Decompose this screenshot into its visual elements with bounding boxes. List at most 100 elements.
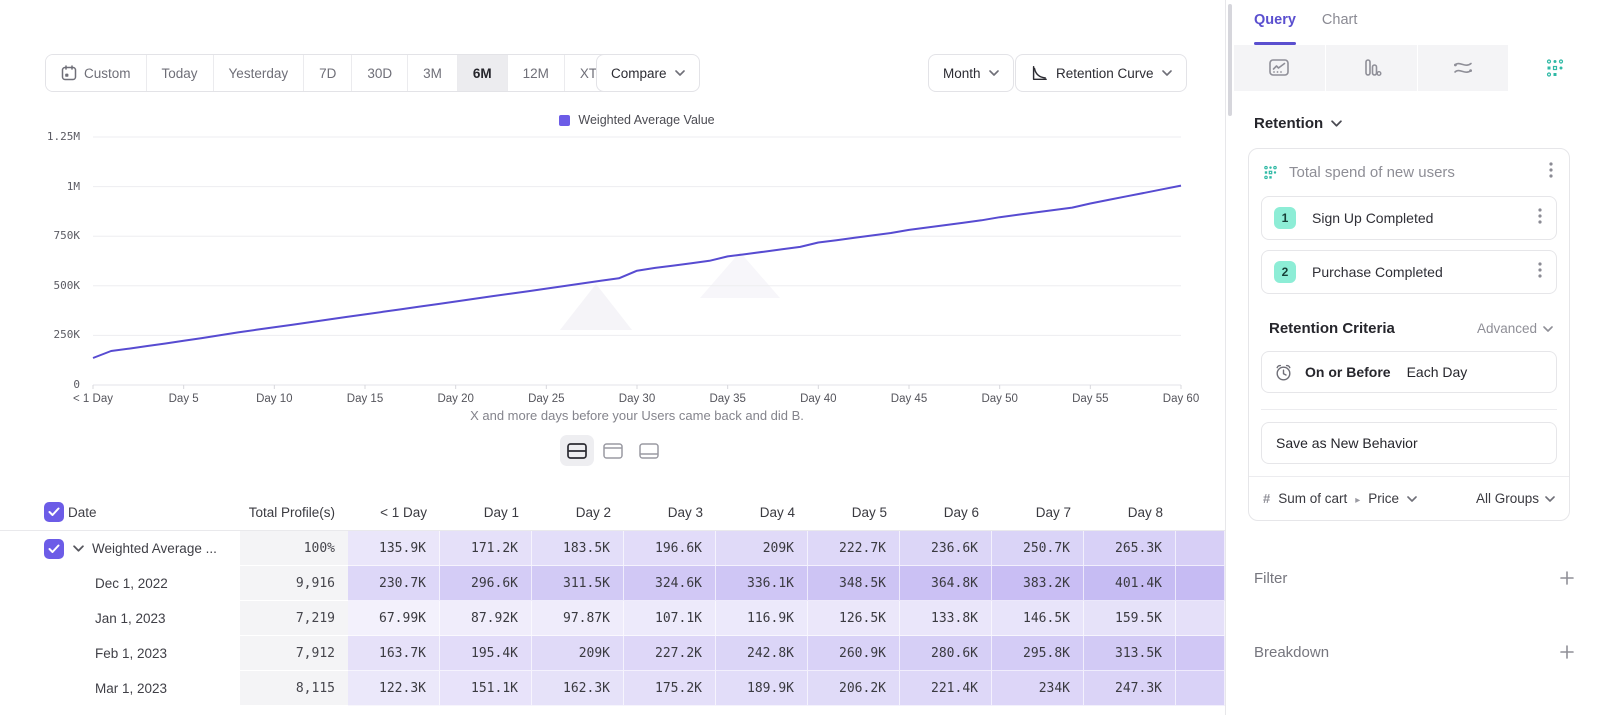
retention-value-cell[interactable]: 97.87K — [532, 601, 624, 636]
retention-value-cell[interactable]: 234K — [992, 671, 1084, 706]
retention-value-cell[interactable]: 260.9K — [808, 636, 900, 671]
range-today-button[interactable]: Today — [147, 55, 214, 91]
retention-value-cell[interactable]: 196.6K — [624, 531, 716, 566]
row-label-cell[interactable]: Dec 1, 2022 — [68, 576, 240, 591]
range-yesterday-button[interactable]: Yesterday — [214, 55, 305, 91]
retention-value-cell[interactable]: 195.4K — [440, 636, 532, 671]
retention-value-cell[interactable]: 189.9K — [716, 671, 808, 706]
row-checkbox[interactable] — [44, 502, 64, 522]
step-menu-button[interactable] — [1536, 206, 1544, 231]
table-row[interactable]: Mar 1, 20238,115122.3K151.1K162.3K175.2K… — [0, 671, 1225, 706]
filter-add-row[interactable]: Filter — [1254, 563, 1574, 593]
retention-value-cell[interactable]: 383.2K — [992, 566, 1084, 601]
retention-value-cell[interactable]: 122.3K — [348, 671, 440, 706]
save-as-new-behavior-button[interactable]: Save as New Behavior — [1261, 422, 1557, 464]
retention-value-cell[interactable]: 146.5K — [992, 601, 1084, 636]
row-checkbox[interactable] — [44, 539, 64, 559]
retention-value-cell[interactable]: 247.3K — [1084, 671, 1176, 706]
column-header[interactable]: Day 1 — [440, 505, 532, 520]
retention-value-cell[interactable]: 348.5K — [808, 566, 900, 601]
retention-value-cell[interactable]: 163.7K — [348, 636, 440, 671]
table-row[interactable]: Jan 1, 20237,21967.99K87.92K97.87K107.1K… — [0, 601, 1225, 636]
date-column-header[interactable]: Date — [68, 505, 240, 520]
retention-value-cell[interactable]: 209K — [532, 636, 624, 671]
retention-value-cell[interactable]: 280.6K — [900, 636, 992, 671]
range-7d-button[interactable]: 7D — [304, 55, 352, 91]
time-value[interactable]: Each Day — [1407, 364, 1468, 380]
row-expand-chevron-icon[interactable] — [73, 545, 84, 552]
range-3m-button[interactable]: 3M — [408, 55, 458, 91]
retention-value-cell[interactable]: 133.8K — [900, 601, 992, 636]
range-12m-button[interactable]: 12M — [508, 55, 565, 91]
retention-value-cell[interactable]: 313.5K — [1084, 636, 1176, 671]
retention-section-toggle[interactable]: Retention — [1226, 91, 1600, 146]
retention-value-cell[interactable]: 183.5K — [532, 531, 624, 566]
row-label-cell[interactable]: Weighted Average ... — [68, 541, 240, 556]
row-label-cell[interactable]: Feb 1, 2023 — [68, 646, 240, 661]
retention-value-cell[interactable]: 135.9K — [348, 531, 440, 566]
retention-value-cell[interactable]: 401.4K — [1084, 566, 1176, 601]
tab-chart[interactable]: Chart — [1322, 12, 1357, 45]
retention-value-cell[interactable]: 222.7K — [808, 531, 900, 566]
retention-curve-chart[interactable]: 1.25M1M750K500K250K0< 1 DayDay 5Day 10Da… — [0, 100, 1225, 435]
retention-value-cell[interactable]: 336.1K — [716, 566, 808, 601]
retention-value-cell[interactable]: 126.5K — [808, 601, 900, 636]
retention-value-cell[interactable]: 221.4K — [900, 671, 992, 706]
behavior-step-2[interactable]: 2 Purchase Completed — [1261, 250, 1557, 294]
behavior-step-1[interactable]: 1 Sign Up Completed — [1261, 196, 1557, 240]
layout-split-view-button[interactable] — [560, 435, 594, 466]
retention-value-cell[interactable]: 151.1K — [440, 671, 532, 706]
granularity-button[interactable]: Month — [928, 54, 1014, 92]
behavior-header[interactable]: Total spend of new users — [1249, 149, 1569, 196]
retention-value-cell[interactable]: 175.2K — [624, 671, 716, 706]
column-header[interactable]: Day 7 — [992, 505, 1084, 520]
criteria-mode-dropdown[interactable]: Advanced — [1477, 321, 1553, 336]
retention-value-cell[interactable]: 242.8K — [716, 636, 808, 671]
retention-value-cell[interactable]: 159.5K — [1084, 601, 1176, 636]
retention-value-cell[interactable]: 116.9K — [716, 601, 808, 636]
retention-value-cell[interactable]: 67.99K — [348, 601, 440, 636]
retention-value-cell[interactable]: 162.3K — [532, 671, 624, 706]
retention-value-cell[interactable]: 206.2K — [808, 671, 900, 706]
tab-query[interactable]: Query — [1254, 12, 1296, 45]
breakdown-add-row[interactable]: Breakdown — [1254, 637, 1574, 667]
retention-value-cell[interactable]: 171.2K — [440, 531, 532, 566]
row-label-cell[interactable]: Jan 1, 2023 — [68, 611, 240, 626]
retention-value-cell[interactable]: 209K — [716, 531, 808, 566]
column-header[interactable]: Day 2 — [532, 505, 624, 520]
measure-event-label[interactable]: Sum of cart — [1278, 491, 1347, 506]
retention-value-cell[interactable]: 295.8K — [992, 636, 1084, 671]
range-custom-button[interactable]: Custom — [46, 55, 147, 91]
retention-value-cell[interactable]: 236.6K — [900, 531, 992, 566]
retention-value-cell[interactable]: 107.1K — [624, 601, 716, 636]
report-flows-button[interactable] — [1418, 45, 1509, 91]
report-insights-button[interactable] — [1234, 45, 1325, 91]
sidebar-scrollbar[interactable] — [1228, 4, 1232, 116]
retention-value-cell[interactable]: 227.2K — [624, 636, 716, 671]
groups-dropdown[interactable]: All Groups — [1476, 491, 1555, 506]
layout-chart-view-button[interactable] — [596, 435, 630, 466]
report-funnels-button[interactable] — [1326, 45, 1417, 91]
retention-line-series[interactable] — [93, 186, 1181, 358]
range-6m-button[interactable]: 6M — [458, 55, 508, 91]
compare-button[interactable]: Compare — [596, 54, 700, 92]
retention-value-cell[interactable]: 265.3K — [1084, 531, 1176, 566]
table-row[interactable]: Dec 1, 20229,916230.7K296.6K311.5K324.6K… — [0, 566, 1225, 601]
column-header[interactable]: < 1 Day — [348, 505, 440, 520]
table-row[interactable]: Feb 1, 20237,912163.7K195.4K209K227.2K24… — [0, 636, 1225, 671]
layout-table-view-button[interactable] — [632, 435, 666, 466]
column-header[interactable]: Total Profile(s) — [240, 505, 348, 520]
retention-value-cell[interactable]: 364.8K — [900, 566, 992, 601]
report-retention-button[interactable] — [1509, 45, 1600, 91]
retention-value-cell[interactable]: 311.5K — [532, 566, 624, 601]
time-constraint-row[interactable]: On or Before Each Day — [1261, 351, 1557, 393]
column-header[interactable]: Day 8 — [1084, 505, 1176, 520]
retention-value-cell[interactable]: 230.7K — [348, 566, 440, 601]
column-header[interactable]: Day 4 — [716, 505, 808, 520]
retention-value-cell[interactable]: 250.7K — [992, 531, 1084, 566]
retention-value-cell[interactable]: 296.6K — [440, 566, 532, 601]
column-header[interactable]: Day 5 — [808, 505, 900, 520]
column-header[interactable]: Day 3 — [624, 505, 716, 520]
row-label-cell[interactable]: Mar 1, 2023 — [68, 681, 240, 696]
column-header[interactable]: Day 6 — [900, 505, 992, 520]
